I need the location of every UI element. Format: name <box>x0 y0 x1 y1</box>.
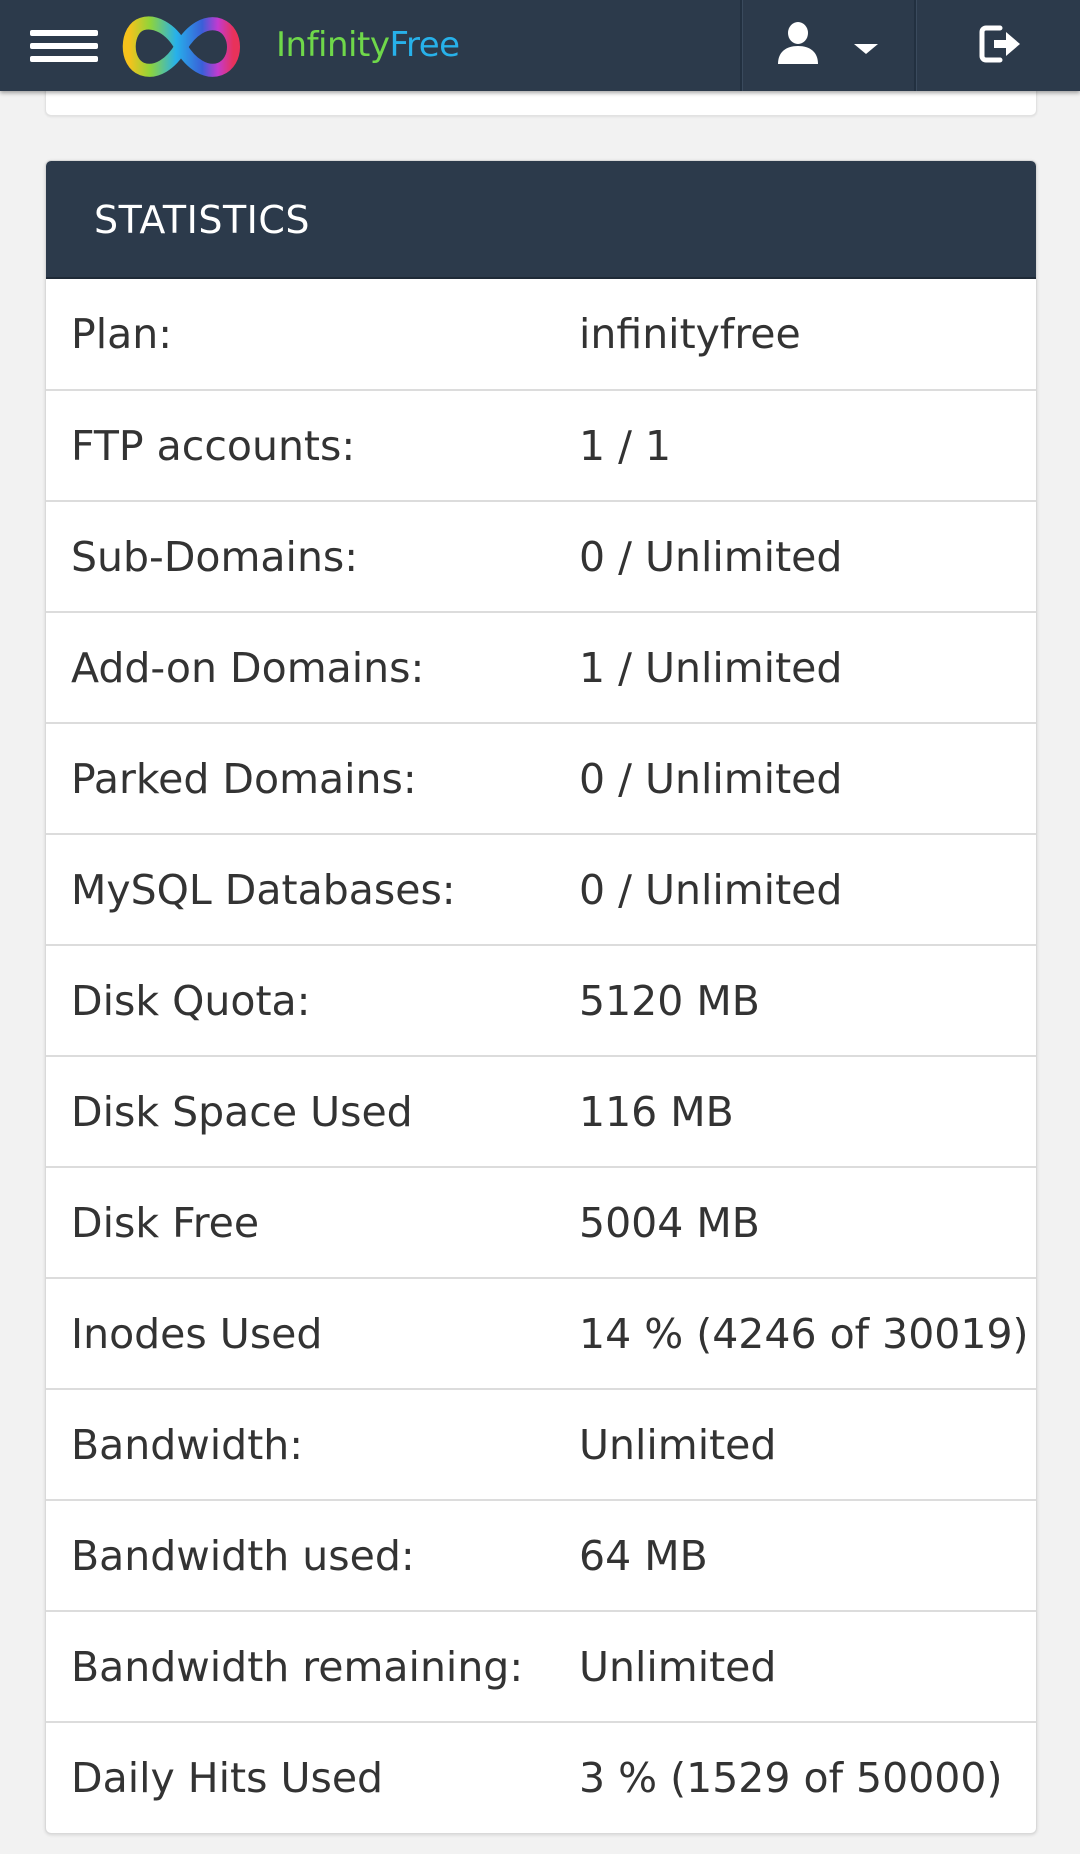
stat-label: FTP accounts: <box>46 389 579 501</box>
stat-label: Parked Domains: <box>46 722 579 834</box>
table-row: FTP accounts: 1 / 1 <box>46 389 1036 501</box>
stat-value: 0 / Unlimited <box>579 833 1036 945</box>
stat-label: Bandwidth: <box>46 1388 579 1500</box>
stat-value: Unlimited <box>579 1388 1036 1500</box>
table-row: MySQL Databases: 0 / Unlimited <box>46 833 1036 945</box>
table-row: Add-on Domains: 1 / Unlimited <box>46 611 1036 723</box>
table-row: Daily Hits Used 3 % (1529 of 50000) <box>46 1721 1036 1833</box>
brand-name[interactable]: InfinityFree <box>276 24 460 66</box>
stat-value: 3 % (1529 of 50000) <box>579 1721 1036 1833</box>
stat-label: Disk Space Used <box>46 1055 579 1167</box>
stat-label: Sub-Domains: <box>46 500 579 612</box>
hamburger-line <box>30 43 98 49</box>
stat-value: 116 MB <box>579 1055 1036 1167</box>
logout-icon <box>979 25 1020 63</box>
user-icon <box>778 22 818 64</box>
user-menu-button[interactable] <box>742 0 914 91</box>
stat-value: 0 / Unlimited <box>579 722 1036 834</box>
stat-label: Disk Free <box>46 1166 579 1278</box>
logout-button[interactable] <box>916 0 1080 91</box>
table-row: Bandwidth remaining: Unlimited <box>46 1610 1036 1722</box>
table-row: Plan: infinityfree <box>46 279 1036 390</box>
stat-value: 14 % (4246 of 30019) <box>579 1277 1036 1389</box>
stat-label: Bandwidth used: <box>46 1499 579 1611</box>
stat-value: 5004 MB <box>579 1166 1036 1278</box>
hamburger-line <box>30 30 98 36</box>
hamburger-menu-icon[interactable] <box>22 22 106 68</box>
stat-value: 1 / Unlimited <box>579 611 1036 723</box>
stat-label: Plan: <box>71 310 173 358</box>
brand-name-part1: Infinity <box>276 25 390 65</box>
stat-value: 1 / 1 <box>579 389 1036 501</box>
table-row: Bandwidth: Unlimited <box>46 1388 1036 1500</box>
stat-value: 5120 MB <box>579 944 1036 1056</box>
stat-label: Disk Quota: <box>46 944 579 1056</box>
stat-value: 0 / Unlimited <box>579 500 1036 612</box>
brand-name-part2: Free <box>389 25 460 65</box>
stat-label: MySQL Databases: <box>46 833 579 945</box>
statistics-panel: STATISTICS Plan: infinityfree FTP accoun… <box>45 160 1037 1834</box>
stat-value: infinityfree <box>579 310 801 358</box>
infinity-logo-icon[interactable] <box>116 12 246 82</box>
stat-value: 64 MB <box>579 1499 1036 1611</box>
stat-label: Add-on Domains: <box>46 611 579 723</box>
hamburger-line <box>30 56 98 62</box>
stat-label: Bandwidth remaining: <box>46 1610 579 1722</box>
table-row: Inodes Used 14 % (4246 of 30019) <box>46 1277 1036 1389</box>
table-row: Bandwidth used: 64 MB <box>46 1499 1036 1611</box>
table-row: Disk Quota: 5120 MB <box>46 944 1036 1056</box>
stat-value: Unlimited <box>579 1610 1036 1722</box>
statistics-header: STATISTICS <box>46 161 1036 279</box>
caret-down-icon <box>854 44 878 54</box>
table-row: Disk Space Used 116 MB <box>46 1055 1036 1167</box>
statistics-title: STATISTICS <box>94 198 311 242</box>
table-row: Disk Free 5004 MB <box>46 1166 1036 1278</box>
stat-label: Daily Hits Used <box>46 1721 579 1833</box>
statistics-table: Plan: infinityfree FTP accounts: 1 / 1 S… <box>46 279 1036 1833</box>
table-row: Parked Domains: 0 / Unlimited <box>46 722 1036 834</box>
table-row: Sub-Domains: 0 / Unlimited <box>46 500 1036 612</box>
stat-label: Inodes Used <box>46 1277 579 1389</box>
top-navbar: InfinityFree <box>0 0 1080 91</box>
